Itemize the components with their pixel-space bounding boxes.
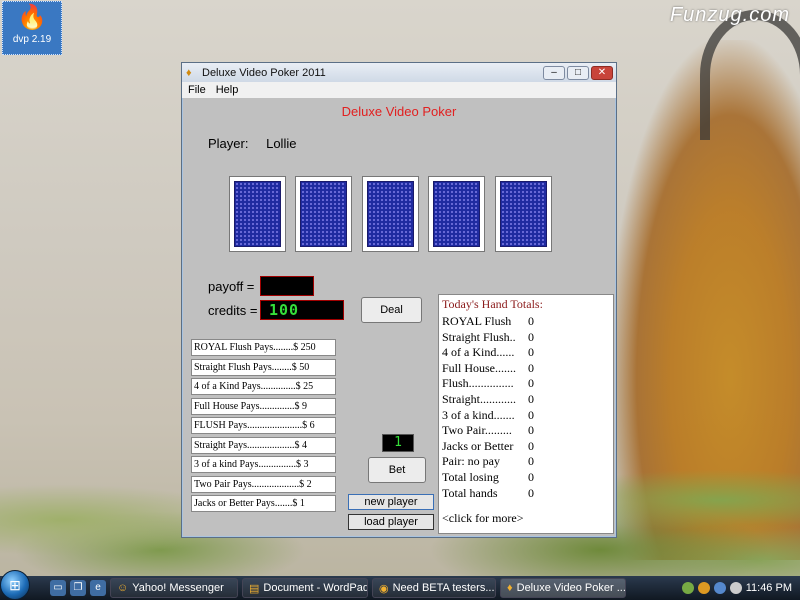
credits-display: 100 xyxy=(260,300,344,320)
card-back xyxy=(367,181,414,247)
wordpad-icon: ▤ xyxy=(249,582,260,595)
card-back xyxy=(234,181,281,247)
bet-button[interactable]: Bet xyxy=(368,457,426,483)
torch-icon: 🔥 xyxy=(17,4,47,31)
totals-row: Straight............ 0 xyxy=(442,391,534,406)
totals-row: Two Pair......... 0 xyxy=(442,423,534,438)
card-back xyxy=(500,181,547,247)
totals-row: Straight Flush.. 0 xyxy=(442,329,534,344)
totals-row: Full House....... 0 xyxy=(442,360,534,375)
taskbar-item-yahoo-messenger[interactable]: ☺ Yahoo! Messenger xyxy=(110,578,238,598)
new-player-button[interactable]: new player xyxy=(348,494,434,510)
show-desktop-icon[interactable]: ▭ xyxy=(50,580,66,596)
tray-icon[interactable] xyxy=(697,582,710,594)
app-torch-icon: ♦ xyxy=(186,66,192,79)
bet-display: 1 xyxy=(382,434,414,452)
maximize-button[interactable]: □ xyxy=(567,65,589,80)
switch-windows-icon[interactable]: ❐ xyxy=(70,580,86,596)
player-name: Lollie xyxy=(266,136,297,151)
taskbar: ⊞ ▭ ❐ e ☺ Yahoo! Messenger ▤ Document - … xyxy=(0,570,800,600)
start-button[interactable]: ⊞ xyxy=(0,570,30,600)
payoff-display xyxy=(260,276,314,296)
paytable-row: 3 of a kind Pays...............$ 3 xyxy=(191,456,336,473)
player-info: Player: Lollie xyxy=(208,136,296,151)
card-2[interactable] xyxy=(295,176,352,252)
system-tray: 11:46 PM xyxy=(681,582,800,594)
paytable-row: Straight Pays...................$ 4 xyxy=(191,437,336,454)
deal-button[interactable]: Deal xyxy=(361,297,422,323)
clock[interactable]: 11:46 PM xyxy=(746,582,792,594)
totals-header: Today's Hand Totals: xyxy=(442,297,543,311)
totals-row: Pair: no pay 0 xyxy=(442,454,534,469)
quick-launch: ▭ ❐ e xyxy=(50,580,106,596)
credits-label: credits = xyxy=(208,303,258,318)
menu-file[interactable]: File xyxy=(188,84,206,96)
click-for-more-link[interactable]: <click for more> xyxy=(442,511,610,526)
paytable-row: Two Pair Pays...................$ 2 xyxy=(191,476,336,493)
poker-window: ♦ Deluxe Video Poker 2011 – □ ✕ File Hel… xyxy=(181,62,617,538)
totals-row: Total hands 0 xyxy=(442,485,534,500)
paytable-row: FLUSH Pays......................$ 6 xyxy=(191,417,336,434)
menu-help[interactable]: Help xyxy=(216,84,239,96)
window-title: Deluxe Video Poker 2011 xyxy=(202,66,326,79)
totals-row: Total losing 0 xyxy=(442,469,534,484)
desktop-icon-label: dvp 2.19 xyxy=(12,34,52,45)
totals-row: Flush............... 0 xyxy=(442,376,534,391)
totals-row: 3 of a kind....... 0 xyxy=(442,407,534,422)
taskbar-item-wordpad[interactable]: ▤ Document - WordPad xyxy=(242,578,368,598)
paytable-row: 4 of a Kind Pays..............$ 25 xyxy=(191,378,336,395)
minimize-button[interactable]: – xyxy=(543,65,565,80)
card-3[interactable] xyxy=(362,176,419,252)
card-4[interactable] xyxy=(428,176,485,252)
paytable-row: Jacks or Better Pays.......$ 1 xyxy=(191,495,336,512)
firefox-icon: ◉ xyxy=(379,582,389,595)
hand-totals-panel[interactable]: Today's Hand Totals: ROYAL Flush 0 Straig… xyxy=(438,294,614,534)
card-back xyxy=(433,181,480,247)
paytable-row: Straight Flush Pays........$ 50 xyxy=(191,359,336,376)
totals-row: ROYAL Flush 0 xyxy=(442,314,534,328)
torch-icon: ♦ xyxy=(507,582,513,594)
yahoo-messenger-icon: ☺ xyxy=(117,582,129,594)
card-back xyxy=(300,181,347,247)
taskbar-item-deluxe-video-poker[interactable]: ♦ Deluxe Video Poker ... xyxy=(500,578,626,598)
title-bar[interactable]: ♦ Deluxe Video Poker 2011 – □ ✕ xyxy=(182,63,616,82)
taskbar-item-firefox[interactable]: ◉ Need BETA testers...... xyxy=(372,578,496,598)
player-label: Player: xyxy=(208,136,249,151)
volume-icon[interactable] xyxy=(729,582,742,594)
totals-row: 4 of a Kind...... 0 xyxy=(442,345,534,360)
internet-explorer-icon[interactable]: e xyxy=(90,580,106,596)
game-title: Deluxe Video Poker xyxy=(341,104,457,119)
close-button[interactable]: ✕ xyxy=(591,65,613,80)
desktop-icon-dvp[interactable]: 🔥 dvp 2.19 xyxy=(2,1,62,55)
payoff-label: payoff = xyxy=(208,279,255,294)
card-5[interactable] xyxy=(495,176,552,252)
paytable-row: Full House Pays..............$ 9 xyxy=(191,398,336,415)
paytable-row: ROYAL Flush Pays........$ 250 xyxy=(191,339,336,356)
card-1[interactable] xyxy=(229,176,286,252)
watermark: Funzug.com xyxy=(669,4,790,26)
tray-icon[interactable] xyxy=(681,582,694,594)
menu-bar: File Help xyxy=(182,82,616,98)
load-player-button[interactable]: load player xyxy=(348,514,434,530)
background-teapot-handle xyxy=(700,10,800,140)
totals-row: Jacks or Better 0 xyxy=(442,438,534,453)
network-icon[interactable] xyxy=(713,582,726,594)
